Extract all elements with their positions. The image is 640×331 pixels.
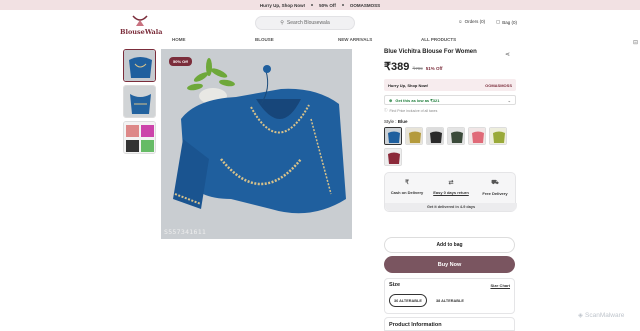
image-code: S557341611 <box>164 228 207 236</box>
style-label: Style : Blue <box>384 119 516 124</box>
variant-black[interactable] <box>426 127 444 145</box>
share-icon[interactable]: ⋖ <box>505 51 510 58</box>
promo-offer: 50% Off <box>319 2 336 8</box>
style-label-text: Style : <box>384 119 397 124</box>
offer-icon: ⊕ <box>389 97 393 103</box>
nav-new-arrivals[interactable]: NEW ARRIVALS <box>338 37 372 42</box>
site-header: BlouseWala ⚲ Search Blousewala ☺ Orders … <box>0 10 640 46</box>
variant-blue[interactable] <box>384 127 402 145</box>
style-variants <box>384 127 516 166</box>
add-to-bag-button[interactable]: Add to bag <box>384 237 515 253</box>
variant-dark-green[interactable] <box>447 127 465 145</box>
deal-banner: Hurry Up, Shop Now! OOMASMOSS <box>384 79 516 91</box>
rupee-icon: ₹ <box>405 180 409 186</box>
logo[interactable]: BlouseWala <box>120 14 163 40</box>
watermark-text: ScanMalware <box>585 311 625 319</box>
size-selector: Size Size Chart 36 ALTERABLE 38 ALTERABL… <box>384 278 515 314</box>
deal-code: OOMASMOSS <box>485 82 512 88</box>
deal-text: Hurry Up, Shop Now! <box>388 82 429 88</box>
delivery-note: Get it delivered in 4-9 days <box>385 203 517 211</box>
promo-text: Hurry Up, Shop Now! <box>259 2 306 8</box>
separator-dot <box>341 4 344 6</box>
discount-percent: 51% Off <box>425 66 443 71</box>
side-tab-icon[interactable]: ⊟ <box>633 39 638 46</box>
low-price-text: Get this as low as ₹321 <box>395 97 440 103</box>
search-input[interactable]: ⚲ Search Blousewala <box>255 16 355 30</box>
variant-pink[interactable] <box>468 127 486 145</box>
product-title: Blue Vichitra Blouse For Women <box>384 49 477 55</box>
thumbnail-2[interactable] <box>123 85 156 118</box>
orders-label: Orders (0) <box>464 19 486 24</box>
variant-maroon[interactable] <box>384 148 402 166</box>
feature-card: ₹ Cash on Delivery ⇄ Easy 0 days return … <box>384 172 517 212</box>
promo-bar: Hurry Up, Shop Now! 50% Off OOMASMOSS <box>0 0 640 10</box>
nav-blouse[interactable]: BLOUSE <box>255 37 274 42</box>
price-row: ₹389 ₹799 51% Off <box>384 60 516 73</box>
variant-green[interactable] <box>489 127 507 145</box>
chevron-down-icon: ⌄ <box>507 97 511 103</box>
product-main-image[interactable]: 50% Off S557341611 <box>161 49 352 239</box>
feature-free-delivery: ⛟ Free Delivery <box>475 179 515 196</box>
bag-icon: ▢ <box>496 19 501 24</box>
discount-badge: 50% Off <box>169 57 192 66</box>
user-icon: ☺ <box>458 19 463 24</box>
orders-link[interactable]: ☺ Orders (0) <box>458 19 485 24</box>
mrp: ₹799 <box>412 66 423 71</box>
shield-icon: ◈ <box>578 312 583 319</box>
watermark: ◈ ScanMalware <box>578 311 625 320</box>
logo-text: BlouseWala <box>120 28 163 36</box>
bag-link[interactable]: ▢ Bag (0) <box>496 19 517 25</box>
feature-cod-label: Cash on Delivery <box>390 190 424 195</box>
thumbnail-1[interactable] <box>123 49 156 82</box>
thumbnail-list <box>123 49 156 157</box>
separator-dot <box>311 4 314 6</box>
style-value: Blue <box>397 119 408 124</box>
nav-all-products[interactable]: ALL PRODUCTS <box>421 37 456 42</box>
size-chart-link[interactable]: Size Chart <box>490 283 510 288</box>
size-option-38[interactable]: 38 ALTERABLE <box>432 294 468 307</box>
size-label: Size <box>389 282 401 288</box>
feature-free-label: Free Delivery <box>482 191 508 196</box>
return-icon: ⇄ <box>448 180 454 186</box>
nav-home[interactable]: HOME <box>172 37 186 42</box>
logo-icon <box>132 15 148 26</box>
thumbnail-3[interactable] <box>123 121 156 154</box>
tax-note: ⓘ Find Price inclusive of all taxes <box>384 108 516 113</box>
feature-returns[interactable]: ⇄ Easy 0 days return <box>431 179 471 195</box>
search-placeholder: Search Blousewala <box>286 20 330 26</box>
size-option-36[interactable]: 36 ALTERABLE <box>389 294 427 307</box>
search-icon: ⚲ <box>280 20 284 26</box>
truck-icon: ⛟ <box>491 180 499 186</box>
buy-now-button[interactable]: Buy Now <box>384 256 515 273</box>
variant-olive[interactable] <box>405 127 423 145</box>
feature-returns-label: Easy 0 days return <box>433 190 469 195</box>
product-information-header[interactable]: Product Information <box>384 317 515 331</box>
info-icon: ⓘ <box>384 108 388 112</box>
price: ₹389 <box>384 61 410 73</box>
low-price-offer[interactable]: ⊕ Get this as low as ₹321 ⌄ <box>384 95 516 105</box>
feature-cod: ₹ Cash on Delivery <box>387 179 427 195</box>
promo-code: OOMASMOSS <box>349 2 381 8</box>
product-details: Blue Vichitra Blouse For Women ⋖ ₹389 ₹7… <box>384 49 517 212</box>
blouse-image <box>161 49 352 239</box>
tax-note-text: Find Price inclusive of all taxes <box>389 108 438 113</box>
bag-label: Bag (0) <box>502 19 518 25</box>
